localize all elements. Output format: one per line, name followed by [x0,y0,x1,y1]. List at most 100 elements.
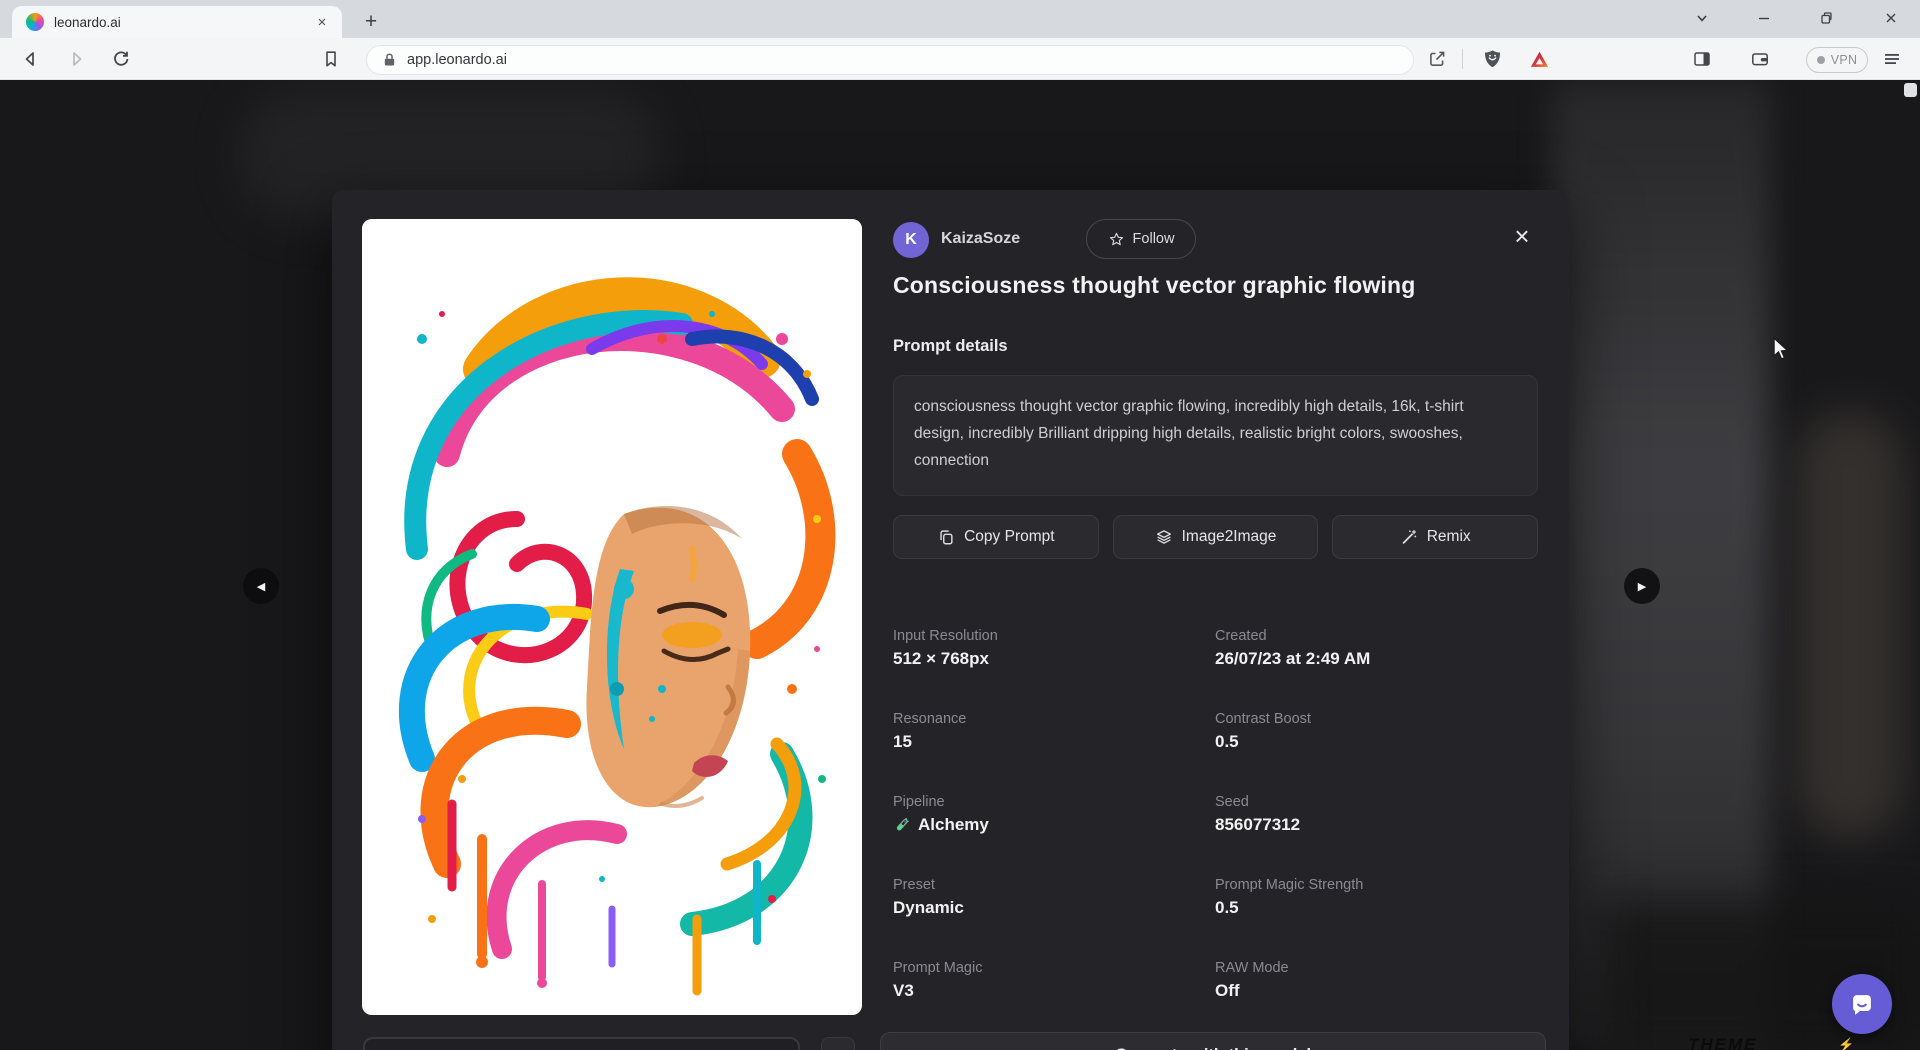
detail-cell: Created 26/07/23 at 2:49 AM [1215,628,1539,711]
detail-cell: Pipeline Alchemy [893,794,1215,877]
detail-cell: Contrast Boost 0.5 [1215,711,1539,794]
chat-launcher-button[interactable] [1832,974,1892,1034]
detail-value: 0.5 [1215,898,1539,918]
sidebar-icon [1692,49,1712,69]
artwork-image [362,219,862,1015]
follow-label: Follow [1133,231,1175,247]
brave-shield-button[interactable] [1477,44,1507,74]
detail-cell: Resonance 15 [893,711,1215,794]
wallet-button[interactable] [1745,44,1775,74]
user-avatar[interactable]: K [893,222,929,258]
brave-rewards-button[interactable] [1524,44,1554,74]
detail-label: Prompt Magic [893,960,1215,976]
prev-image-button[interactable]: ◀ [243,568,279,604]
lock-icon [381,51,398,69]
star-icon [1108,231,1125,248]
image-detail-modal: K KaizaSoze Follow × Consciousness thoug… [332,190,1569,1050]
forward-button[interactable] [61,44,91,74]
page-scrollbar[interactable] [1904,83,1917,97]
toolbar-divider [1462,49,1463,69]
detail-cell: Input Resolution 512 × 768px [893,628,1215,711]
window-minimize-button[interactable] [1741,0,1787,36]
prompt-details-heading: Prompt details [893,337,1008,356]
vpn-button[interactable]: VPN [1806,47,1868,73]
image2image-label: Image2Image [1182,528,1277,546]
vpn-status-dot [1817,56,1825,64]
detail-label: Contrast Boost [1215,711,1539,727]
detail-label: Created [1215,628,1539,644]
detail-cell: Seed 856077312 [1215,794,1539,877]
reload-icon [111,49,131,69]
layers-icon [1155,528,1173,546]
detail-value: Alchemy [918,815,989,835]
detail-value: 26/07/23 at 2:49 AM [1215,649,1539,669]
arrow-left-icon: ◀ [257,580,265,593]
detail-label: Prompt Magic Strength [1215,877,1539,893]
remix-button[interactable]: Remix [1332,515,1538,559]
backdrop-blur-warm [1795,410,1905,840]
share-icon [1427,49,1447,69]
username[interactable]: KaizaSoze [941,230,1020,248]
share-button[interactable] [1422,44,1452,74]
new-tab-button[interactable]: + [356,8,386,36]
detail-label: Preset [893,877,1215,893]
window-close-button[interactable] [1868,0,1914,36]
minimize-icon [1757,11,1771,25]
detail-label: Pipeline [893,794,1215,810]
prompt-box: consciousness thought vector graphic flo… [893,375,1538,496]
detail-value: Off [1215,981,1539,1001]
detail-value-pipeline: Alchemy [893,815,1215,835]
bat-triangle-icon [1529,49,1550,70]
copy-prompt-button[interactable]: Copy Prompt [893,515,1099,559]
detail-value: 0.5 [1215,732,1539,752]
restore-icon [1819,11,1834,26]
detail-value: 15 [893,732,1215,752]
detail-cell: Prompt Magic Strength 0.5 [1215,877,1539,960]
window-restore-button[interactable] [1803,0,1849,36]
close-modal-button[interactable]: × [1505,219,1539,253]
close-icon [1884,11,1898,25]
back-button[interactable] [16,44,46,74]
chevron-down-icon [1695,11,1709,25]
copy-prompt-label: Copy Prompt [964,528,1054,546]
mouse-cursor [1770,336,1794,364]
detail-value: V3 [893,981,1215,1001]
detail-value: Dynamic [893,898,1215,918]
bottom-square-button-fragment[interactable] [821,1037,855,1050]
detail-value: 512 × 768px [893,649,1215,669]
tab-close-icon[interactable]: × [312,12,332,32]
detail-label: Input Resolution [893,628,1215,644]
leonardo-favicon-icon [26,13,44,31]
reload-button[interactable] [106,44,136,74]
generation-details: Input Resolution 512 × 768px Created 26/… [893,628,1539,1043]
forward-icon [66,49,86,69]
browser-tab[interactable]: leonardo.ai × [12,6,342,38]
detail-cell: Prompt Magic V3 [893,960,1215,1043]
tab-search-button[interactable] [1679,0,1725,36]
chat-bubble-icon [1848,990,1876,1018]
prompt-text: consciousness thought vector graphic flo… [914,393,1517,474]
brave-shield-icon [1482,48,1503,70]
sidebar-toggle-button[interactable] [1687,44,1717,74]
image-title: Consciousness thought vector graphic flo… [893,272,1539,299]
url-text: app.leonardo.ai [407,52,507,68]
detail-label: Seed [1215,794,1539,810]
menu-button[interactable] [1877,44,1907,74]
address-bar[interactable]: app.leonardo.ai [366,45,1414,75]
remix-label: Remix [1427,528,1471,546]
watermark: THEME [1688,1035,1758,1050]
image2image-button[interactable]: Image2Image [1113,515,1319,559]
detail-cell: RAW Mode Off [1215,960,1539,1043]
bookmark-icon [321,49,341,69]
vpn-label: VPN [1831,53,1858,67]
generate-label: Generate with this model [1115,1046,1311,1050]
next-image-button[interactable]: ▶ [1624,568,1660,604]
screen: leonardo.ai × + app.leonardo.ai [0,0,1920,1050]
bookmark-button[interactable] [316,44,346,74]
bottom-input-fragment[interactable] [363,1037,800,1050]
test-tube-icon [893,816,911,834]
generate-with-model-button[interactable]: Generate with this model [880,1032,1546,1050]
back-icon [21,49,41,69]
follow-button[interactable]: Follow [1086,219,1196,259]
copy-icon [937,528,955,546]
